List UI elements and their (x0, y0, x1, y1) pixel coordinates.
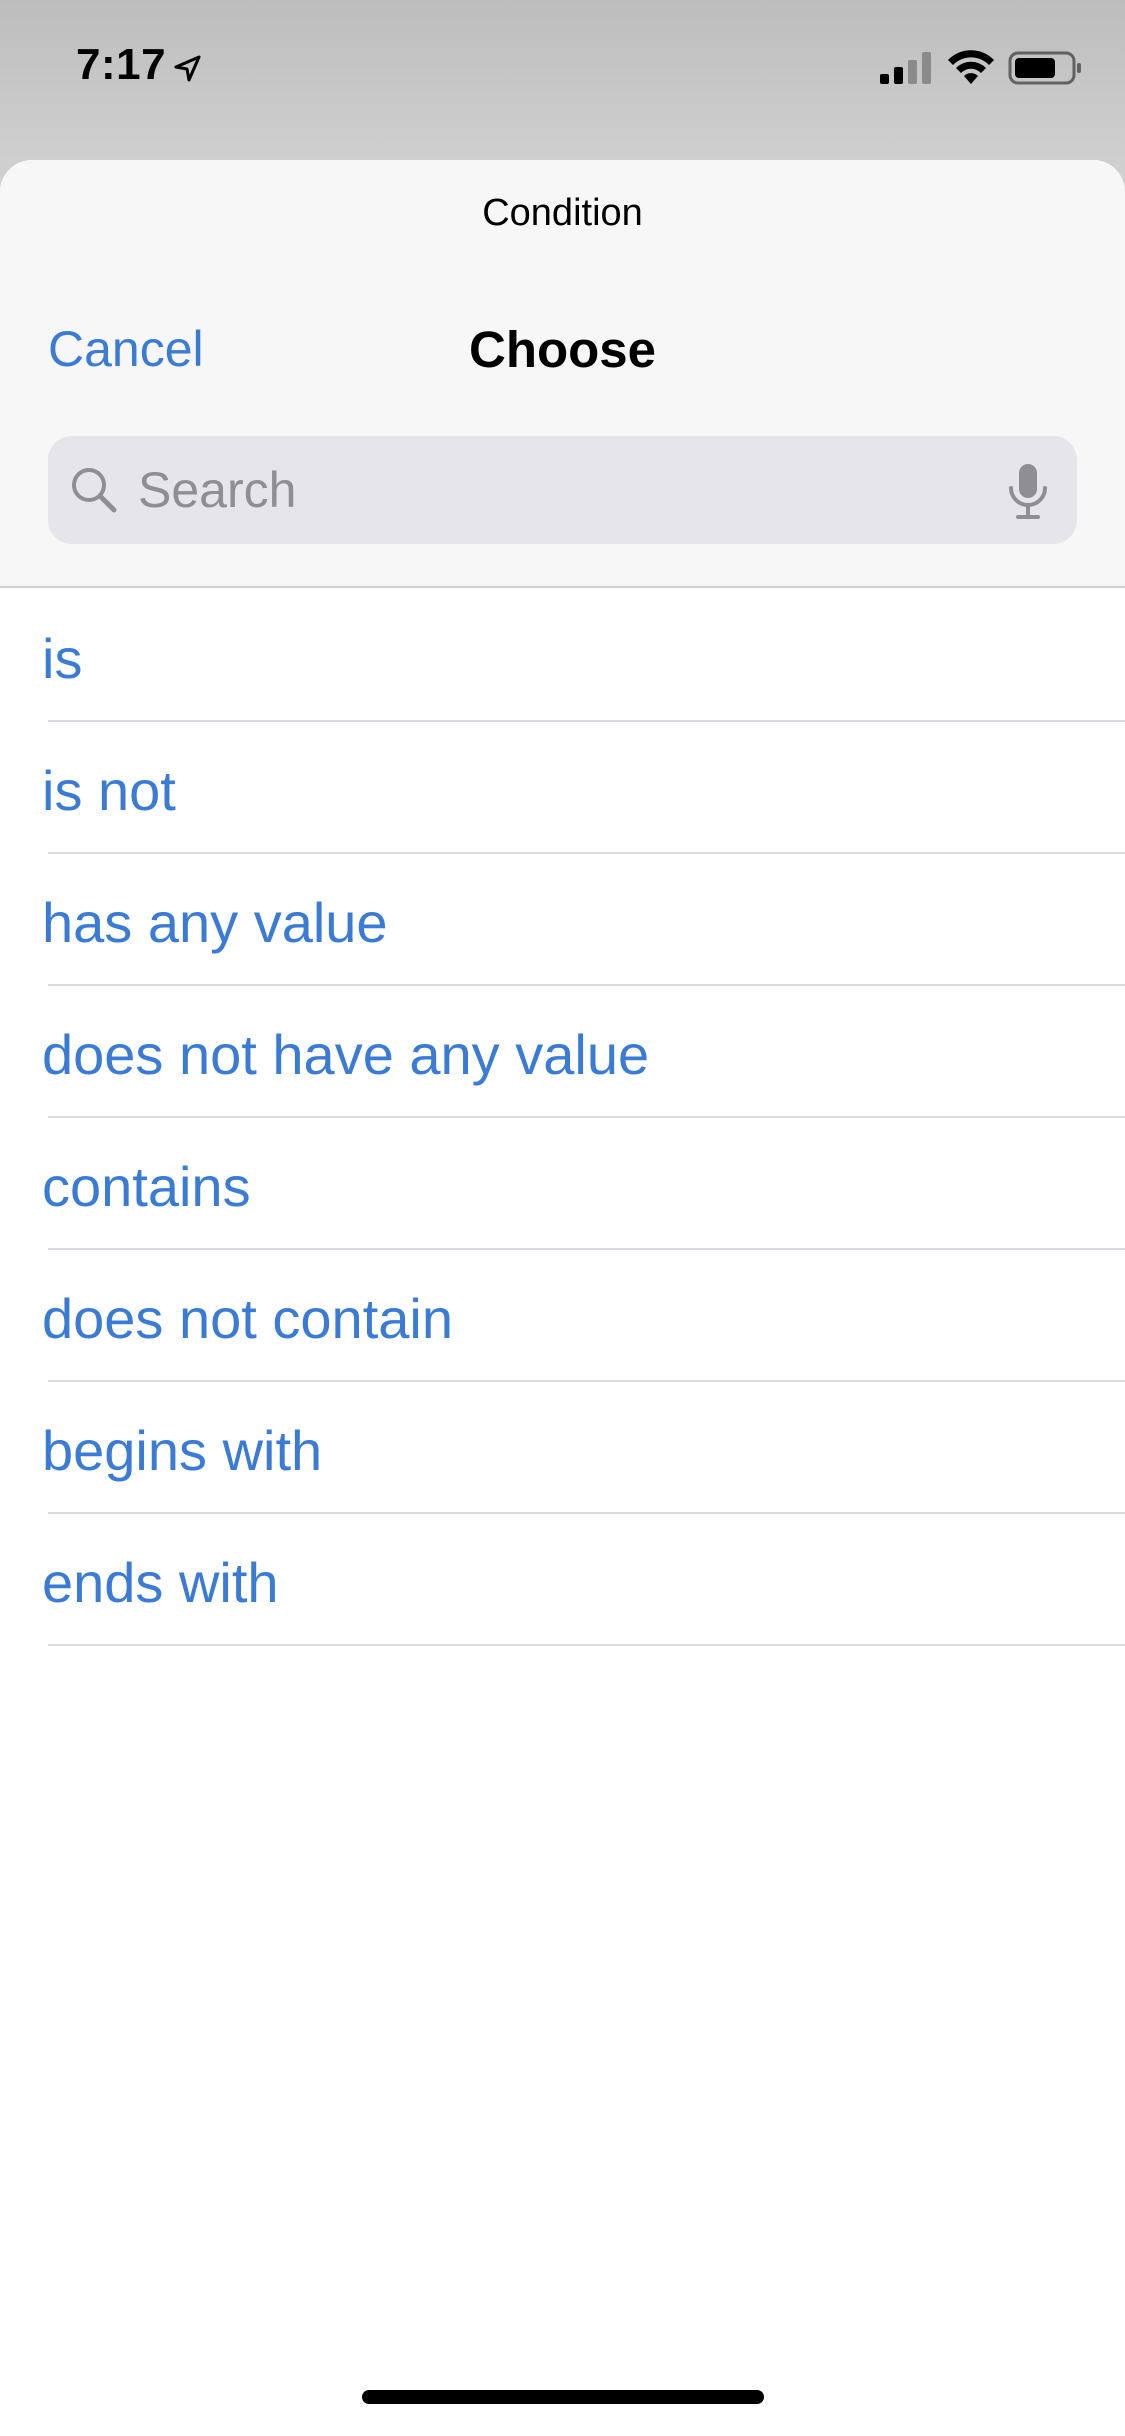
battery-icon (1008, 51, 1081, 85)
choose-sheet: Condition Cancel Choose is (0, 160, 1125, 2436)
cancel-button[interactable]: Cancel (48, 320, 204, 378)
search-field[interactable] (48, 436, 1077, 544)
option-has-any-value[interactable]: has any value (0, 854, 1125, 986)
option-label: is not (42, 759, 176, 822)
option-ends-with[interactable]: ends with (0, 1514, 1125, 1646)
option-label: is (42, 627, 83, 690)
option-does-not-contain[interactable]: does not contain (0, 1250, 1125, 1382)
option-label: ends with (42, 1551, 279, 1614)
option-label: does not have any value (42, 1023, 650, 1086)
home-indicator[interactable] (362, 2390, 764, 2404)
wifi-icon (948, 50, 994, 84)
options-list: is is not has any value does not have an… (0, 590, 1125, 1646)
option-is-not[interactable]: is not (0, 722, 1125, 854)
sheet-header: Condition Cancel Choose (0, 160, 1125, 588)
status-bar: 7:17 (0, 0, 1125, 150)
cellular-signal-icon (880, 52, 931, 84)
option-label: does not contain (42, 1287, 453, 1350)
option-label: begins with (42, 1419, 323, 1482)
option-does-not-have-any-value[interactable]: does not have any value (0, 986, 1125, 1118)
microphone-icon[interactable] (1006, 462, 1050, 520)
option-begins-with[interactable]: begins with (0, 1382, 1125, 1514)
search-input[interactable] (138, 436, 1018, 544)
screen: 7:17 Condition Cancel Choose Search is i… (0, 0, 1125, 2436)
option-is[interactable]: is (0, 590, 1125, 722)
search-icon (72, 468, 117, 513)
location-arrow-icon (174, 55, 201, 82)
status-time: 7:17 (76, 40, 167, 89)
sheet-title: Condition (482, 192, 643, 234)
option-label: contains (42, 1155, 251, 1218)
option-contains[interactable]: contains (0, 1118, 1125, 1250)
option-label: has any value (42, 891, 388, 954)
